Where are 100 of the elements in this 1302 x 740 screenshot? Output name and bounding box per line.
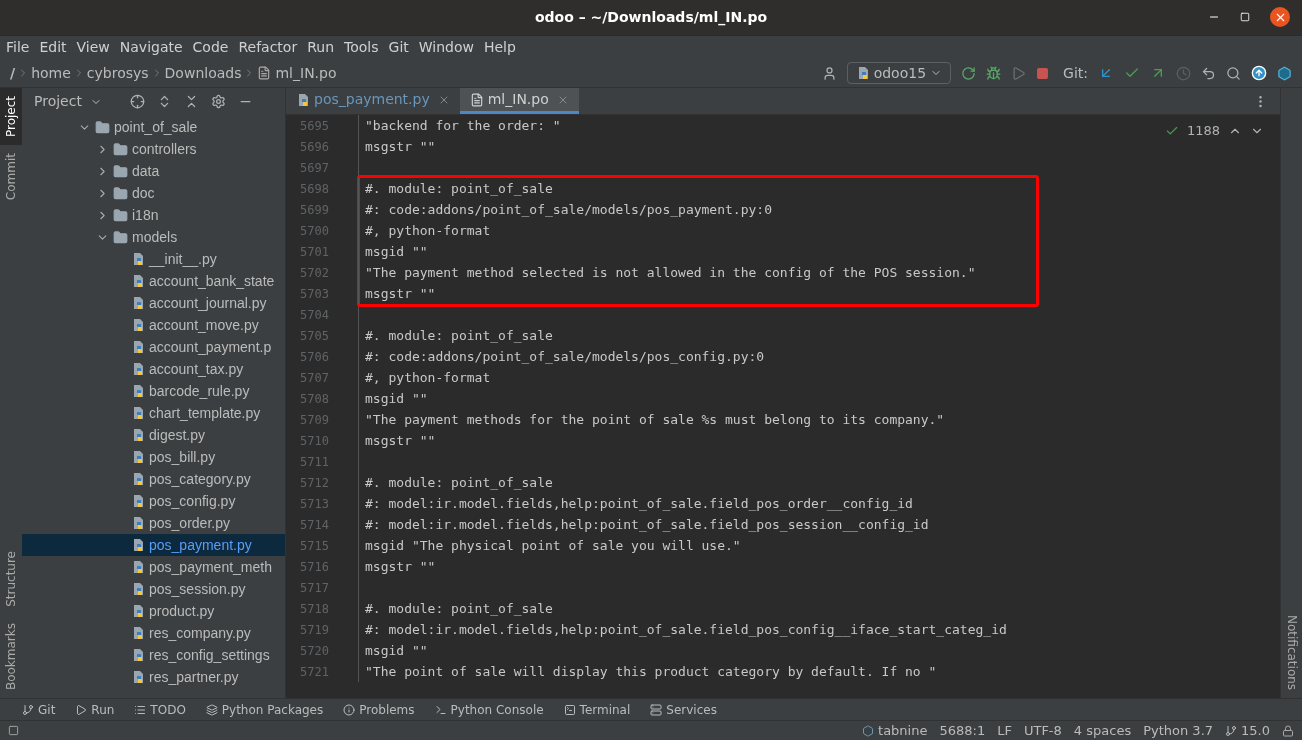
code-line: "The payment method selected is not allowed in the config of the POS session."	[365, 263, 976, 282]
tree-item[interactable]: pos_order.py	[22, 512, 285, 534]
tree-item[interactable]: point_of_sale	[22, 116, 285, 138]
python-file-icon	[131, 670, 145, 684]
tree-item[interactable]: product.py	[22, 600, 285, 622]
run-config-dropdown[interactable]: odoo15	[846, 62, 952, 84]
menu-item[interactable]: View	[76, 37, 110, 58]
rerun-icon[interactable]	[961, 65, 977, 81]
editor-tab[interactable]: pos_payment.py	[286, 88, 460, 114]
tree-item[interactable]: pos_category.py	[22, 468, 285, 490]
code-line: msgstr ""	[365, 557, 436, 576]
tree-item[interactable]: account_move.py	[22, 314, 285, 336]
status-item[interactable]: 5688:1	[939, 720, 986, 740]
tree-item[interactable]: account_payment.p	[22, 336, 285, 358]
menu-item[interactable]: Git	[388, 37, 409, 58]
tree-item[interactable]: __init__.py	[22, 248, 285, 270]
tool-window-button[interactable]: Problems	[343, 700, 415, 719]
line-number: 5713	[299, 495, 329, 513]
menu-item[interactable]: Navigate	[119, 37, 183, 58]
close-button[interactable]	[1270, 7, 1290, 27]
status-item[interactable]: 4 spaces	[1073, 720, 1132, 740]
status-item[interactable]: LF	[997, 720, 1012, 740]
panel-title[interactable]: Project	[34, 91, 102, 112]
tree-item[interactable]: res_config_settings	[22, 644, 285, 666]
tree-item[interactable]: digest.py	[22, 424, 285, 446]
debug-icon[interactable]	[986, 65, 1002, 81]
menu-item[interactable]: Code	[192, 37, 229, 58]
line-number: 5700	[299, 222, 329, 240]
tree-item[interactable]: i18n	[22, 204, 285, 226]
tree-item[interactable]: barcode_rule.py	[22, 380, 285, 402]
menu-item[interactable]: Run	[307, 37, 335, 58]
menu-item[interactable]: Tools	[344, 37, 379, 58]
maximize-icon[interactable]	[1240, 12, 1250, 22]
plugin-icon[interactable]	[1277, 65, 1292, 81]
tree-item[interactable]: chart_template.py	[22, 402, 285, 424]
python-file-icon	[131, 428, 145, 442]
breadcrumb-item[interactable]: Downloads	[164, 62, 242, 84]
tool-window-button[interactable]: Run	[75, 700, 115, 719]
code-line: #: model:ir.model.fields,help:point_of_sale.field_pos_order__config_id	[365, 494, 913, 513]
tool-window-tab[interactable]: Commit	[0, 145, 22, 209]
tree-item[interactable]: pos_bill.py	[22, 446, 285, 468]
tree-item[interactable]: account_journal.py	[22, 292, 285, 314]
tool-window-tab[interactable]: Bookmarks	[0, 614, 22, 698]
code-line: #, python-format	[365, 368, 491, 387]
python-file-icon	[296, 92, 310, 107]
menu-item[interactable]: Window	[418, 37, 474, 58]
breadcrumb-item[interactable]: cybrosys	[86, 62, 149, 84]
tree-item[interactable]: res_partner.py	[22, 666, 285, 688]
inspection-count[interactable]: 1188	[1186, 121, 1220, 141]
python-file-icon	[131, 472, 145, 486]
user-icon[interactable]	[821, 65, 837, 81]
status-item[interactable]: Python 3.7	[1143, 720, 1214, 740]
tool-window-button[interactable]: TODO	[134, 700, 186, 719]
tool-window-button[interactable]: Python Packages	[205, 700, 324, 719]
code-line: #. module: point_of_sale	[365, 326, 553, 345]
rollback-icon[interactable]	[1201, 65, 1216, 81]
tree-item[interactable]: account_bank_state	[22, 270, 285, 292]
tool-window-button[interactable]: Terminal	[563, 700, 631, 719]
branch-status[interactable]: 15.0	[1225, 720, 1270, 740]
ide-update-icon[interactable]	[1251, 65, 1267, 81]
locate-icon[interactable]	[129, 94, 145, 109]
tool-window-tab[interactable]: Notifications	[1281, 606, 1302, 698]
search-icon[interactable]	[1226, 65, 1241, 81]
breadcrumb-item[interactable]: ml_IN.po	[275, 62, 337, 84]
menu-item[interactable]: Refactor	[238, 37, 298, 58]
folder-icon	[95, 119, 110, 135]
lock-icon[interactable]	[1282, 724, 1294, 737]
line-number: 5721	[299, 663, 329, 681]
tree-item[interactable]: controllers	[22, 138, 285, 160]
status-item[interactable]: UTF-8	[1023, 720, 1062, 740]
line-number: 5702	[299, 264, 329, 282]
plugin-status[interactable]: tabnine	[862, 720, 928, 740]
tree-item[interactable]: res_company.py	[22, 622, 285, 644]
tree-item[interactable]: doc	[22, 182, 285, 204]
tree-item[interactable]: pos_session.py	[22, 578, 285, 600]
tool-window-tab[interactable]: Project	[0, 88, 22, 146]
stop-icon[interactable]	[1036, 66, 1050, 80]
editor-tab[interactable]: ml_IN.po	[459, 88, 579, 114]
tree-item[interactable]: account_tax.py	[22, 358, 285, 380]
menu-item[interactable]: Edit	[39, 37, 67, 58]
line-number: 5714	[299, 516, 329, 534]
panel-toggle-icon[interactable]	[8, 725, 19, 736]
folder-icon	[113, 229, 128, 245]
tree-item[interactable]: pos_payment_meth	[22, 556, 285, 578]
tree-item[interactable]: pos_config.py	[22, 490, 285, 512]
settings-icon[interactable]	[210, 94, 226, 109]
line-number: 5708	[299, 390, 329, 408]
tool-window-button[interactable]: Services	[650, 700, 717, 719]
code-line: msgstr ""	[365, 284, 436, 303]
tree-item[interactable]: pos_payment.py	[22, 534, 285, 556]
tool-window-button[interactable]: Python Console	[434, 700, 544, 719]
breadcrumb-item[interactable]: home	[31, 62, 71, 84]
breadcrumb-item[interactable]: /	[10, 62, 16, 84]
tool-window-button[interactable]: Git	[22, 700, 56, 719]
code-line: #. module: point_of_sale	[365, 599, 553, 618]
tree-item[interactable]: data	[22, 160, 285, 182]
menu-item[interactable]: Help	[483, 37, 516, 58]
menu-item[interactable]: File	[6, 37, 30, 58]
tree-item[interactable]: models	[22, 226, 285, 248]
tool-window-tab[interactable]: Structure	[0, 543, 22, 615]
